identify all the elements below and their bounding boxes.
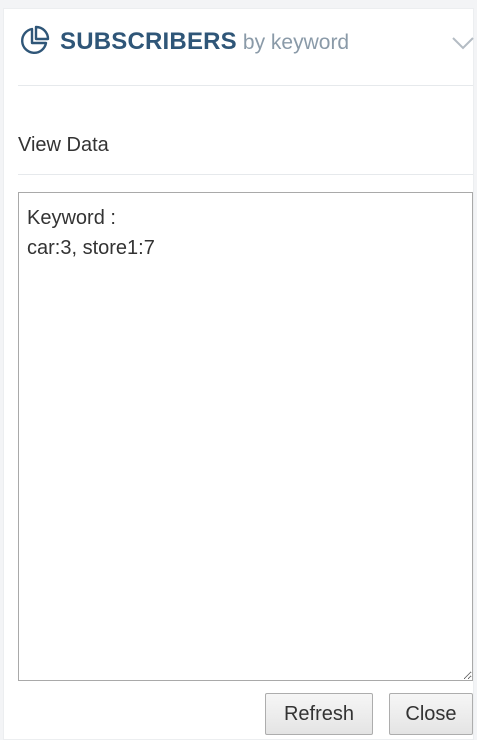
section-divider — [18, 174, 473, 175]
widget-header: SUBSCRIBERS by keyword — [4, 9, 475, 86]
widget-title: SUBSCRIBERS by keyword — [60, 27, 349, 58]
section-label: View Data — [18, 134, 109, 156]
widget-title-main: SUBSCRIBERS — [60, 28, 237, 55]
subscribers-widget: SUBSCRIBERS by keyword View Data Keyword … — [3, 8, 474, 740]
header-divider — [18, 85, 473, 86]
close-button[interactable]: Close — [389, 693, 473, 735]
pie-chart-icon — [18, 25, 50, 57]
refresh-button[interactable]: Refresh — [265, 693, 373, 735]
chevron-down-icon[interactable] — [451, 35, 475, 51]
widget-title-sub: by keyword — [242, 31, 350, 54]
data-textarea[interactable]: Keyword : car:3, store1:7 — [18, 192, 473, 681]
